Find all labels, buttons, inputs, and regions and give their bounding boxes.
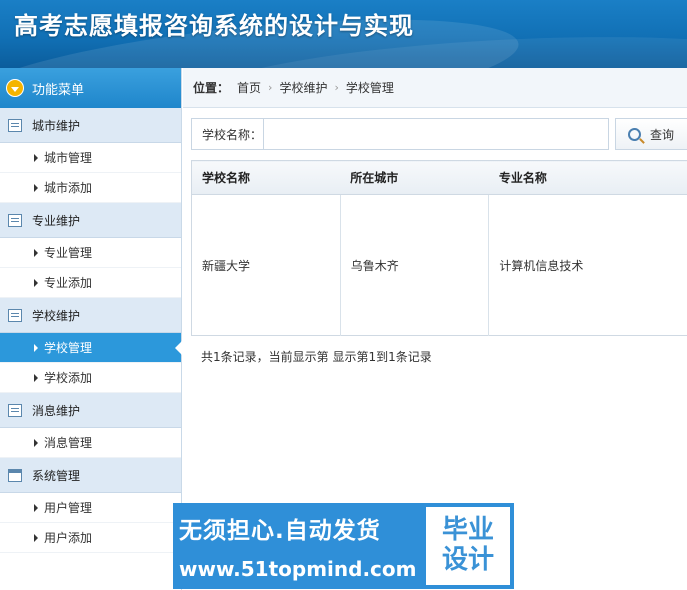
group-label: 消息维护 [32,403,81,418]
list-icon [8,118,22,132]
watermark-banner: 无须担心.自动发货 www.51topmind.com 毕业 设计 [173,503,514,589]
group-system[interactable]: 系统管理 [0,458,181,493]
sidebar-item-city-manage[interactable]: 城市管理 [0,143,181,173]
breadcrumb-school-maintain[interactable]: 学校维护 [279,79,327,96]
list-icon [8,213,22,227]
breadcrumb-school-manage: 学校管理 [345,81,394,95]
group-message[interactable]: 消息维护 [0,393,181,428]
search-icon [628,127,641,141]
sidebar-item-city-add[interactable]: 城市添加 [0,173,181,203]
sidebar-item-major-manage[interactable]: 专业管理 [0,238,181,268]
menu-title[interactable]: 功能菜单 [0,68,181,108]
school-table: 学校名称 所在城市 专业名称 新疆大学 乌鲁木齐 计算机信息技术 [191,160,687,336]
group-school[interactable]: 学校维护 [0,298,181,333]
caret-right-icon [34,503,38,512]
column-header: 学校名称 [191,160,341,195]
menu-title-label: 功能菜单 [32,82,85,98]
sidebar-item-label: 用户管理 [44,501,93,515]
breadcrumb: 位置： 首页 › 学校维护 › 学校管理 [183,68,687,108]
search-button-label: 查询 [650,127,675,142]
breadcrumb-label: 位置： [193,81,230,95]
caret-right-icon [34,373,38,382]
group-label: 专业维护 [32,213,81,228]
caret-right-icon [34,343,38,352]
sidebar-item-label: 消息管理 [44,436,93,450]
pagination-info: 共1条记录，当前显示第 显示第1到1条记录 [201,350,432,364]
sidebar-item-school-add[interactable]: 学校添加 [0,363,181,393]
search-label: 学校名称： [192,119,264,149]
sidebar-item-label: 专业添加 [44,276,93,290]
group-label: 学校维护 [32,308,81,323]
table-cell: 乌鲁木齐 [340,194,490,336]
caret-right-icon [34,183,38,192]
sidebar-item-user-add[interactable]: 用户添加 [0,523,181,553]
list-icon [8,308,22,322]
group-label: 系统管理 [32,468,81,483]
chevron-right-icon: › [268,81,273,94]
caret-right-icon [34,533,38,542]
watermark-text: 无须担心.自动发货 [179,518,381,544]
column-header: 专业名称 [488,160,687,195]
search-bar: 学校名称： [191,118,609,150]
sidebar-item-message-manage[interactable]: 消息管理 [0,428,181,458]
chevron-down-icon [6,79,24,97]
watermark-badge: 毕业 设计 [424,505,512,587]
sidebar-item-user-manage[interactable]: 用户管理 [0,493,181,523]
caret-right-icon [34,153,38,162]
sidebar-item-label: 城市管理 [44,151,93,165]
group-city[interactable]: 城市维护 [0,108,181,143]
school-name-input[interactable] [264,119,608,149]
group-major[interactable]: 专业维护 [0,203,181,238]
calendar-icon [8,468,22,482]
table-header: 学校名称 所在城市 专业名称 [191,160,687,195]
list-icon [8,403,22,417]
sidebar-item-label: 用户添加 [44,531,93,545]
table-cell: 新疆大学 [191,194,341,336]
caret-right-icon [34,248,38,257]
sidebar-item-major-add[interactable]: 专业添加 [0,268,181,298]
breadcrumb-home[interactable]: 首页 [237,79,261,96]
table-cell: 计算机信息技术 [499,258,584,273]
watermark-badge-bottom: 设计 [441,545,494,575]
group-label: 城市维护 [32,118,81,133]
column-header: 所在城市 [340,160,489,195]
watermark-badge-top: 毕业 [441,515,494,546]
sidebar-item-label: 专业管理 [44,246,93,260]
caret-right-icon [34,278,38,287]
watermark-url: www.51topmind.com [179,557,417,581]
search-button[interactable]: 查询 [615,118,687,150]
caret-right-icon [34,438,38,447]
table-row[interactable]: 新疆大学 乌鲁木齐 计算机信息技术 [191,194,687,336]
app-title: 高考志愿填报咨询系统的设计与实现 [14,12,414,40]
sidebar-item-school-manage[interactable]: 学校管理 [0,333,182,363]
app-header: 高考志愿填报咨询系统的设计与实现 [0,0,687,68]
sidebar-item-label: 学校添加 [44,371,93,385]
sidebar: 功能菜单 城市维护 城市管理 城市添加 专业维护 专业管理 专业添加 学校维护 … [0,68,182,590]
chevron-right-icon: › [334,81,339,94]
sidebar-item-label: 城市添加 [44,181,93,195]
sidebar-item-label: 学校管理 [44,341,93,355]
